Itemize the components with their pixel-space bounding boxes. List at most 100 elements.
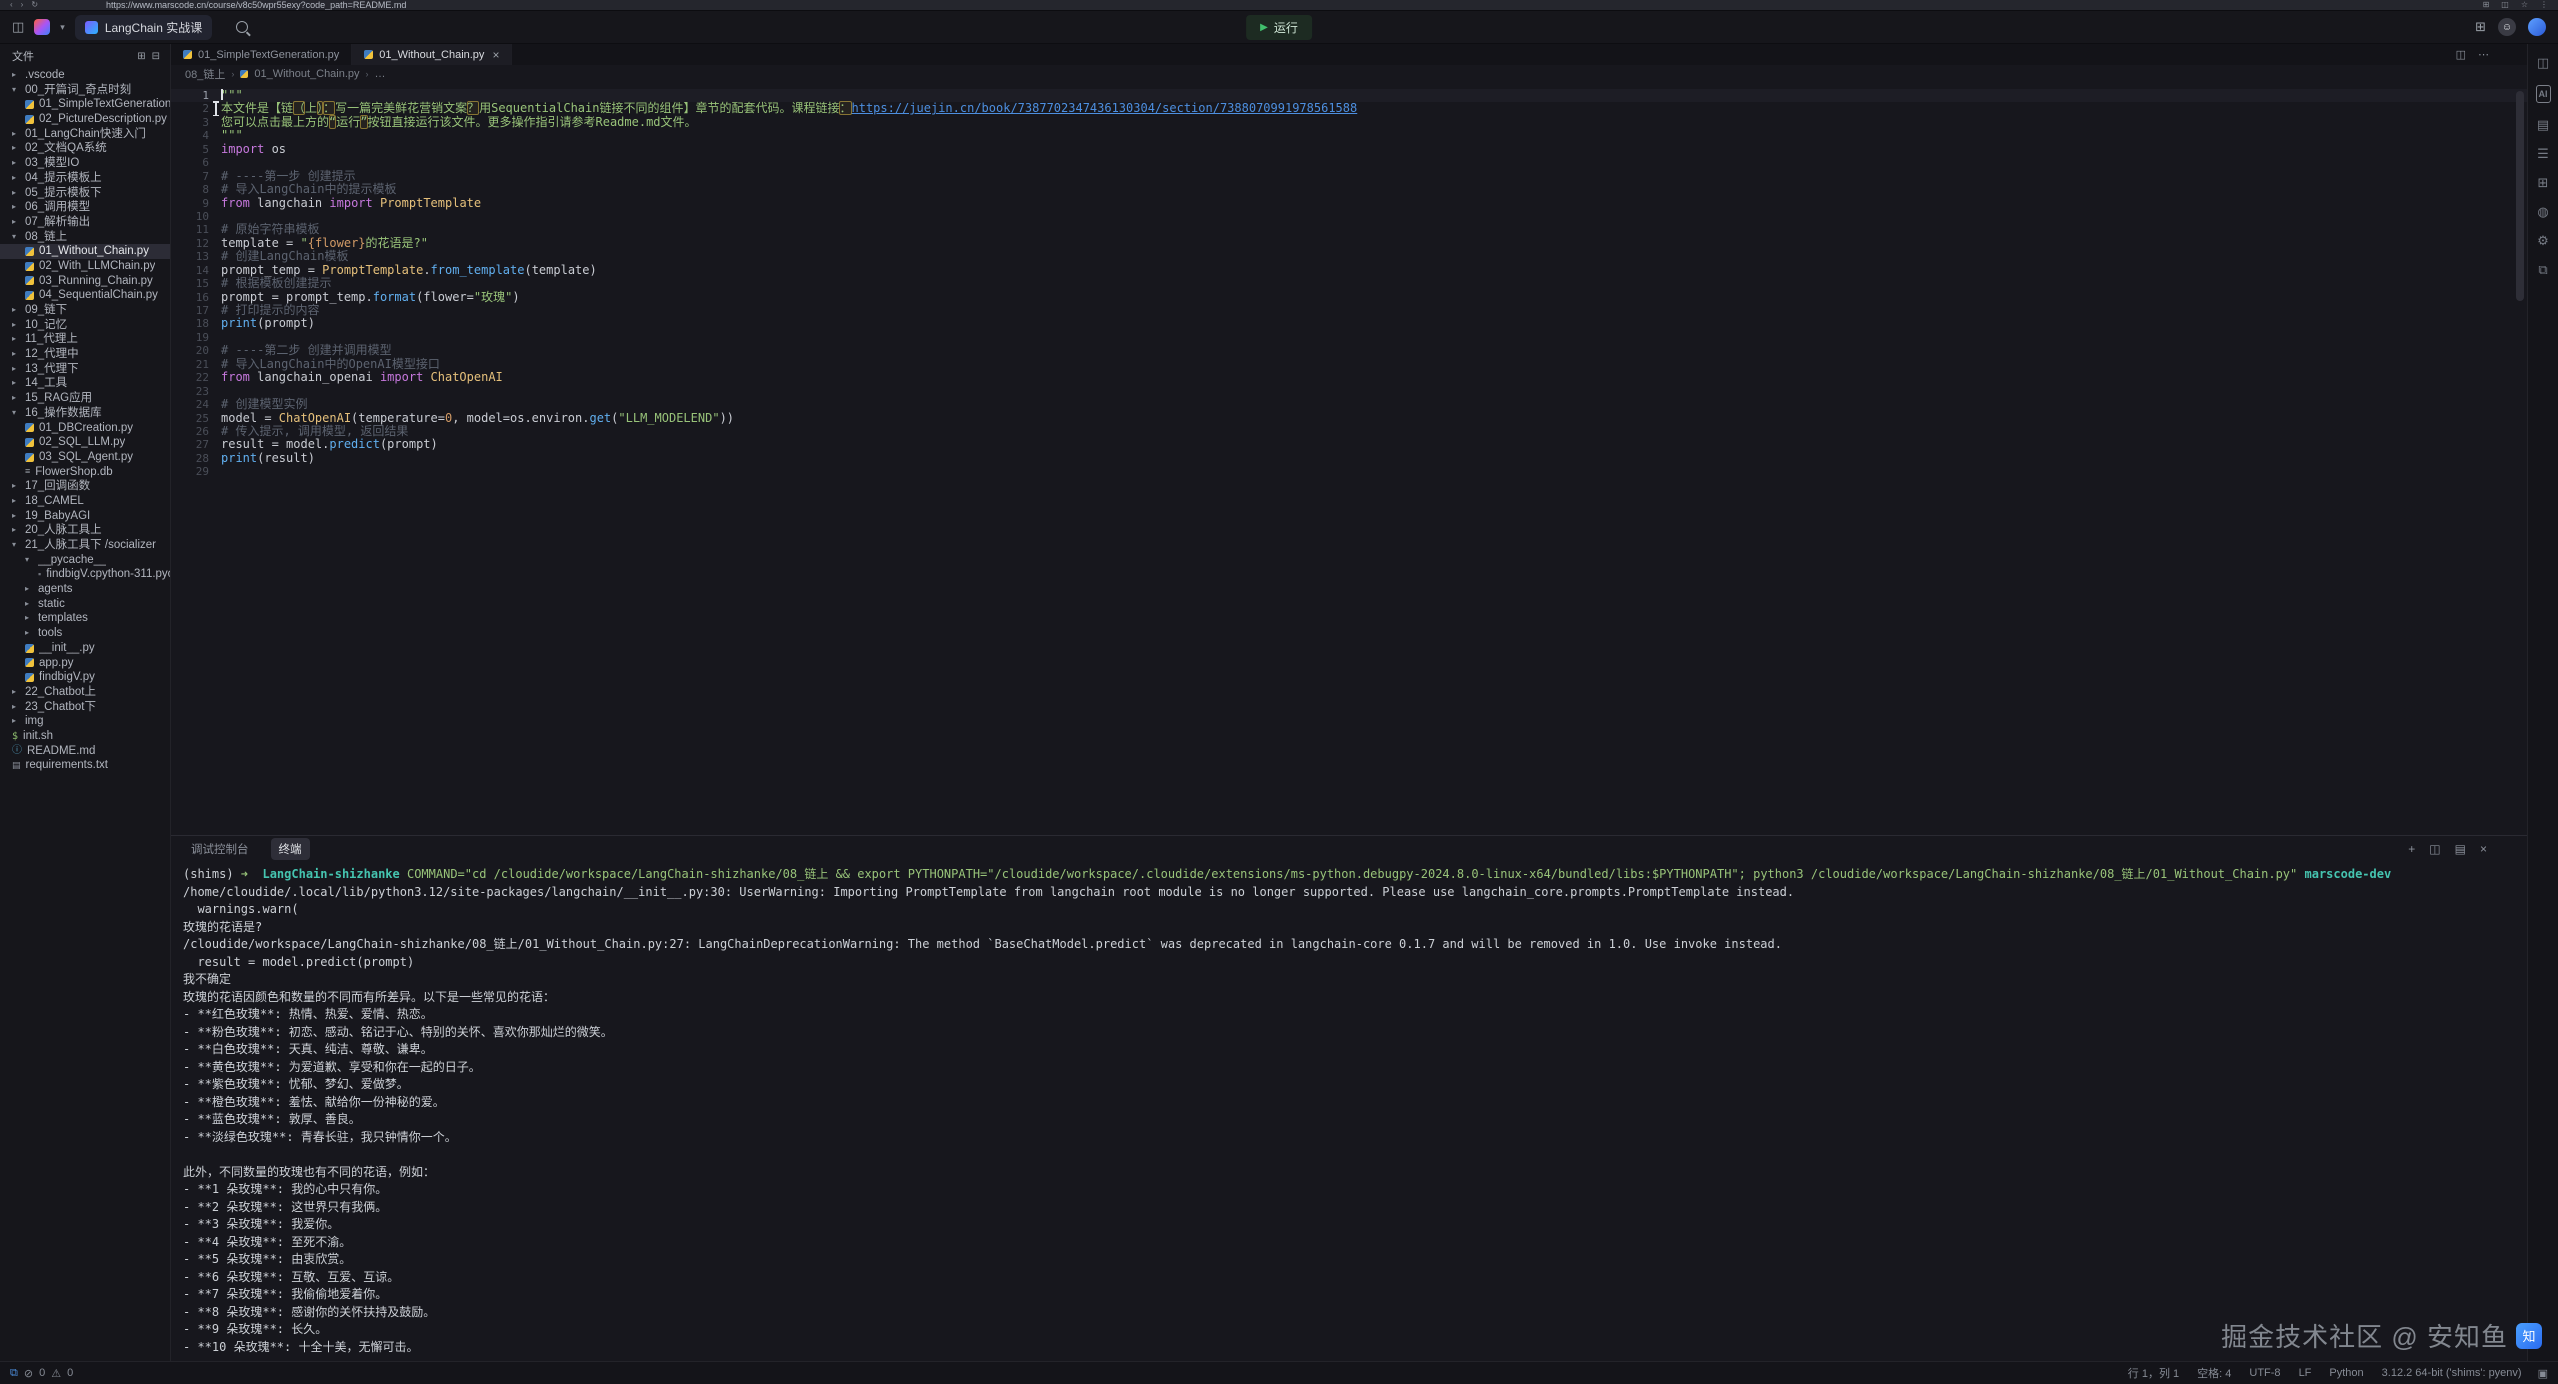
search-icon[interactable] (236, 21, 248, 33)
code-line[interactable]: 21# 导入LangChain中的OpenAI模型接口 (171, 358, 2527, 371)
code-line[interactable]: 9from langchain import PromptTemplate (171, 197, 2527, 210)
editor-scrollbar[interactable] (2516, 91, 2524, 301)
tree-file[interactable]: ▤requirements.txt (0, 758, 170, 773)
warnings-icon[interactable]: ⚠ (51, 1367, 61, 1380)
tree-folder[interactable]: ▸22_Chatbot上 (0, 685, 170, 700)
tree-file[interactable]: __init__.py (0, 641, 170, 656)
editor-tab[interactable]: 01_SimpleTextGeneration.py (171, 44, 352, 65)
notifications-icon[interactable]: ▣ (2538, 1367, 2548, 1380)
tree-folder[interactable]: ▸templates (0, 611, 170, 626)
tree-folder[interactable]: ▸07_解析输出 (0, 215, 170, 230)
tree-folder[interactable]: ▸tools (0, 626, 170, 641)
tree-folder[interactable]: ▸10_记忆 (0, 318, 170, 333)
code-line[interactable]: 20# ----第二步 创建并调用模型 (171, 344, 2527, 357)
tree-folder[interactable]: ▸img (0, 714, 170, 729)
tab-terminal[interactable]: 终端 (271, 838, 310, 860)
tree-folder[interactable]: ▾08_链上 (0, 230, 170, 245)
browser-sidebar-icon[interactable]: ◫ (2501, 1, 2509, 9)
tree-folder[interactable]: ▸20_人脉工具上 (0, 523, 170, 538)
chevron-down-icon[interactable]: ▾ (60, 22, 65, 33)
code-line[interactable]: 2本文件是【链（上）：写一篇完美鲜花营销文案？用SequentialChain链… (171, 102, 2527, 115)
language-mode[interactable]: Python (2329, 1367, 2363, 1379)
code-line[interactable]: 7# ----第一步 创建提示 (171, 170, 2527, 183)
tree-file[interactable]: 02_SQL_LLM.py (0, 435, 170, 450)
tree-folder[interactable]: ▸04_提示模板上 (0, 171, 170, 186)
eol[interactable]: LF (2299, 1367, 2312, 1379)
new-terminal-icon[interactable]: + (2408, 842, 2415, 856)
preview-panel-icon[interactable]: ◫ (2537, 56, 2549, 70)
tree-folder[interactable]: ▾__pycache__ (0, 553, 170, 568)
address-bar[interactable]: https://www.marscode.cn/course/v8c50wpr5… (106, 1, 2475, 10)
code-line[interactable]: 25model = ChatOpenAI(temperature=0, mode… (171, 412, 2527, 425)
forward-icon[interactable]: › (21, 1, 24, 9)
marscode-logo[interactable] (34, 19, 50, 35)
code-line[interactable]: 3您可以点击最上方的“运行”按钮直接运行该文件。更多操作指引请参考Readme.… (171, 116, 2527, 129)
split-terminal-icon[interactable]: ◫ (2429, 842, 2440, 856)
help-avatar-icon[interactable]: ☺ (2498, 18, 2516, 36)
share-icon[interactable]: ⧉ (2538, 263, 2547, 277)
browser-menu-icon[interactable]: ⋮ (2540, 1, 2548, 9)
code-line[interactable]: 18print(prompt) (171, 317, 2527, 330)
tree-file[interactable]: findbigV.py (0, 670, 170, 685)
split-editor-icon[interactable]: ◫ (2456, 48, 2466, 61)
cursor-position[interactable]: 行 1，列 1 (2128, 1365, 2179, 1381)
code-line[interactable]: 27result = model.predict(prompt) (171, 438, 2527, 451)
tree-folder[interactable]: ▾21_人脉工具下 /socializer (0, 538, 170, 553)
tree-file[interactable]: 01_DBCreation.py (0, 421, 170, 436)
maximize-panel-icon[interactable]: ▤ (2455, 842, 2466, 856)
extensions-icon[interactable]: ⊞ (2538, 176, 2549, 190)
outline-icon[interactable]: ☰ (2537, 147, 2549, 161)
tree-file[interactable]: 02_PictureDescription.py (0, 112, 170, 127)
tree-folder[interactable]: ▸14_工具 (0, 376, 170, 391)
close-panel-icon[interactable]: × (2480, 842, 2487, 856)
code-line[interactable]: 26# 传入提示, 调用模型, 返回结果 (171, 425, 2527, 438)
tree-file[interactable]: 04_SequentialChain.py (0, 288, 170, 303)
apps-grid-icon[interactable]: ⊞ (2475, 19, 2486, 35)
code-line[interactable]: 14prompt_temp = PromptTemplate.from_temp… (171, 264, 2527, 277)
tree-folder[interactable]: ▸19_BabyAGI (0, 509, 170, 524)
tree-folder[interactable]: ▸23_Chatbot下 (0, 700, 170, 715)
code-line[interactable]: 15# 根据模板创建提示 (171, 277, 2527, 290)
collapse-all-icon[interactable]: ⊟ (152, 51, 160, 62)
python-interpreter[interactable]: 3.12.2 64-bit ('shims': pyenv) (2382, 1367, 2522, 1379)
breadcrumb-symbol[interactable]: … (375, 68, 386, 80)
reload-icon[interactable]: ↻ (31, 1, 38, 9)
tab-debug-console[interactable]: 调试控制台 (183, 838, 257, 860)
code-line[interactable]: 24# 创建模型实例 (171, 398, 2527, 411)
run-button[interactable]: ▶ 运行 (1246, 15, 1312, 40)
code-line[interactable]: 29 (171, 465, 2527, 478)
tree-folder[interactable]: ▸05_提示模板下 (0, 186, 170, 201)
code-line[interactable]: 12template = "{flower}的花语是?" (171, 237, 2527, 250)
settings-icon[interactable]: ⚙ (2537, 234, 2549, 248)
remote-indicator-icon[interactable]: ⧉ (10, 1367, 18, 1380)
tree-file[interactable]: 03_SQL_Agent.py (0, 450, 170, 465)
code-line[interactable]: 22from langchain_openai import ChatOpenA… (171, 371, 2527, 384)
course-docs-icon[interactable]: ▤ (2537, 118, 2549, 132)
breadcrumb-file[interactable]: 01_Without_Chain.py (254, 68, 359, 80)
code-line[interactable]: 28print(result) (171, 452, 2527, 465)
tree-folder[interactable]: ▸13_代理下 (0, 362, 170, 377)
code-line[interactable]: 5import os (171, 143, 2527, 156)
tree-folder[interactable]: ▸09_链下 (0, 303, 170, 318)
user-avatar[interactable] (2528, 18, 2546, 36)
tree-folder[interactable]: ▸agents (0, 582, 170, 597)
code-line[interactable]: 16prompt = prompt_temp.format(flower="玫瑰… (171, 291, 2527, 304)
tree-folder[interactable]: ▾16_操作数据库 (0, 406, 170, 421)
workspace-switcher[interactable]: LangChain 实战课 (75, 15, 212, 40)
back-icon[interactable]: ‹ (10, 1, 13, 9)
tree-file[interactable]: ▪findbigV.cpython-311.pyc (0, 567, 170, 582)
bookmark-icon[interactable]: ☆ (2521, 1, 2528, 9)
ai-assistant-icon[interactable]: AI (2536, 85, 2551, 103)
terminal-output[interactable]: (shims) ➜ LangChain-shizhanke COMMAND="c… (171, 862, 2527, 1361)
tree-folder[interactable]: ▸static (0, 597, 170, 612)
close-icon[interactable]: × (492, 48, 499, 62)
tree-file[interactable]: 01_SimpleTextGeneration.py (0, 97, 170, 112)
code-line[interactable]: 6 (171, 156, 2527, 169)
tree-file[interactable]: ⓘREADME.md (0, 744, 170, 759)
breadcrumb-folder[interactable]: 08_链上 (185, 66, 225, 82)
code-line[interactable]: 4""" (171, 129, 2527, 142)
tree-folder[interactable]: ▾00_开篇词_奇点时刻 (0, 83, 170, 98)
tree-folder[interactable]: ▸11_代理上 (0, 332, 170, 347)
code-line[interactable]: 19 (171, 331, 2527, 344)
browser-extensions-icon[interactable]: ⊞ (2483, 1, 2490, 9)
